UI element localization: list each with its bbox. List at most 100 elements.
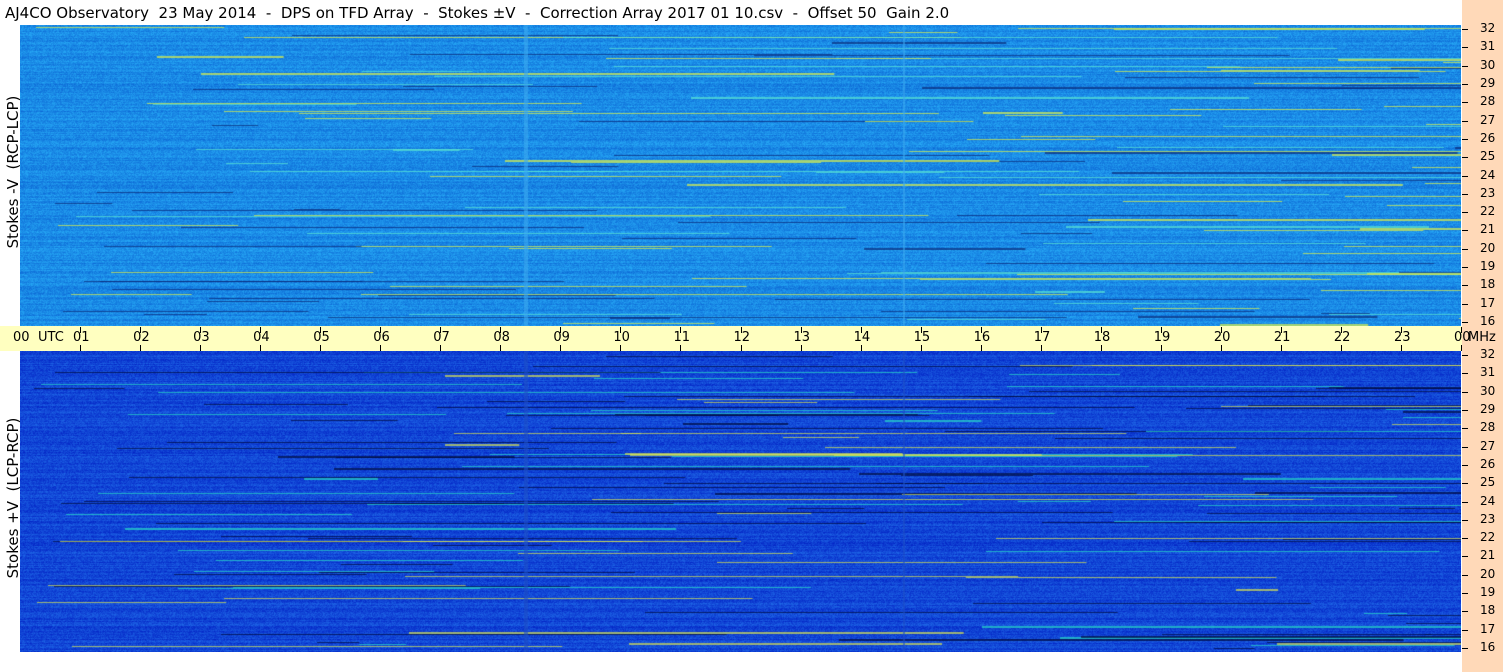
time-tick-mark [980,345,982,351]
frequency-tick-label: 32 [1480,21,1496,35]
time-tick-mark [560,327,562,333]
frequency-tick-label: 25 [1480,475,1496,490]
frequency-tick-label: 18 [1480,603,1496,618]
frequency-tick-label: 31 [1480,365,1496,380]
frequency-tick-mark [1462,519,1468,521]
frequency-tick-mark [1462,322,1468,323]
frequency-tick-label: 17 [1480,295,1496,310]
time-tick-mark [1280,327,1282,333]
frequency-tick-label: 16 [1480,314,1496,328]
frequency-tick-label: 28 [1480,94,1496,109]
time-tick-label: 09 [553,330,570,345]
frequency-tick-label: 29 [1480,401,1496,416]
time-tick-mark [200,345,202,351]
time-tick-label: 07 [433,330,450,345]
time-tick-mark [620,345,622,351]
time-tick-mark [380,345,382,351]
time-tick-label: 12 [733,330,751,345]
frequency-tick-label: 27 [1480,438,1496,453]
frequency-tick-mark [1462,193,1468,195]
time-tick-mark [1160,345,1162,351]
frequency-tick-mark [1462,230,1468,232]
frequency-tick-mark [1462,648,1468,649]
time-tick-label: 05 [313,330,330,345]
time-tick-mark [560,345,562,351]
frequency-tick-mark [1462,138,1468,140]
time-tick-mark [1461,345,1462,351]
time-tick-label: 20 [1213,330,1231,345]
frequency-tick-mark [1462,157,1468,159]
time-tick-mark [920,345,922,351]
frequency-tick-mark [1462,373,1468,375]
time-tick-mark [1220,345,1222,351]
frequency-tick-mark [1462,538,1468,540]
time-tick-mark [740,327,742,333]
frequency-tick-label: 19 [1480,259,1496,274]
time-tick-mark [1340,345,1342,351]
frequency-tick-mark [1462,248,1468,250]
time-tick-mark [320,327,322,333]
time-tick-label: 01 [73,330,90,345]
frequency-tick-mark [1462,212,1468,214]
frequency-tick-mark [1462,83,1468,85]
frequency-tick-label: 32 [1480,347,1496,361]
time-tick-mark [740,345,742,351]
time-tick-mark [860,327,862,333]
stokes-minus-v-spectrogram [20,25,1461,326]
frequency-tick-label: 20 [1480,240,1496,255]
time-tick-mark [500,345,502,351]
frequency-tick-mark [1462,391,1468,393]
frequency-tick-label: 29 [1480,75,1496,90]
time-unit-label: UTC [38,330,64,345]
time-tick-mark [500,327,502,333]
time-tick-mark [1040,327,1042,333]
time-tick-label: 02 [133,330,150,345]
frequency-tick-mark [1462,483,1468,485]
time-tick-mark [380,327,382,333]
frequency-tick-mark [1462,303,1468,305]
time-tick-mark [320,345,322,351]
frequency-tick-mark [1462,285,1468,287]
frequency-tick-mark [1462,355,1468,356]
time-tick-mark [80,327,82,333]
time-tick-mark [440,327,442,333]
frequency-tick-mark [1462,428,1468,430]
frequency-tick-label: 23 [1480,511,1496,526]
frequency-tick-mark [1462,574,1468,576]
chart-title: AJ4CO Observatory 23 May 2014 - DPS on T… [5,4,950,22]
time-tick-mark [1461,327,1462,333]
time-tick-label: 03 [193,330,210,345]
frequency-tick-label: 18 [1480,277,1496,292]
time-tick-label: 08 [493,330,510,345]
frequency-tick-label: 22 [1480,204,1496,219]
frequency-tick-label: 24 [1480,167,1496,182]
frequency-tick-label: 26 [1480,130,1496,145]
time-tick-mark [260,327,262,333]
frequency-tick-label: 30 [1480,57,1496,72]
time-tick-mark [140,345,142,351]
time-tick-label: 06 [373,330,390,345]
frequency-tick-mark [1462,267,1468,269]
time-tick-label: 17 [1033,330,1051,345]
frequency-tick-label: 22 [1480,530,1496,545]
frequency-tick-mark [1462,446,1468,448]
time-tick-mark [1280,345,1282,351]
stokes-plus-v-spectrogram [20,351,1461,652]
time-tick-mark [260,345,262,351]
frequency-tick-label: 28 [1480,420,1496,435]
frequency-tick-mark [1462,409,1468,411]
time-tick-mark [860,345,862,351]
time-tick-mark [680,345,682,351]
time-tick-label: 18 [1093,330,1111,345]
frequency-unit-label: MHz [1468,330,1496,345]
frequency-tick-mark [1462,29,1468,30]
time-tick-mark [920,327,922,333]
time-tick-label: 21 [1273,330,1291,345]
frequency-tick-mark [1462,120,1468,122]
time-tick-mark [1340,327,1342,333]
time-tick-mark [440,345,442,351]
frequency-tick-mark [1462,593,1468,595]
frequency-tick-mark [1462,629,1468,631]
frequency-tick-mark [1462,47,1468,49]
frequency-tick-label: 20 [1480,566,1496,581]
